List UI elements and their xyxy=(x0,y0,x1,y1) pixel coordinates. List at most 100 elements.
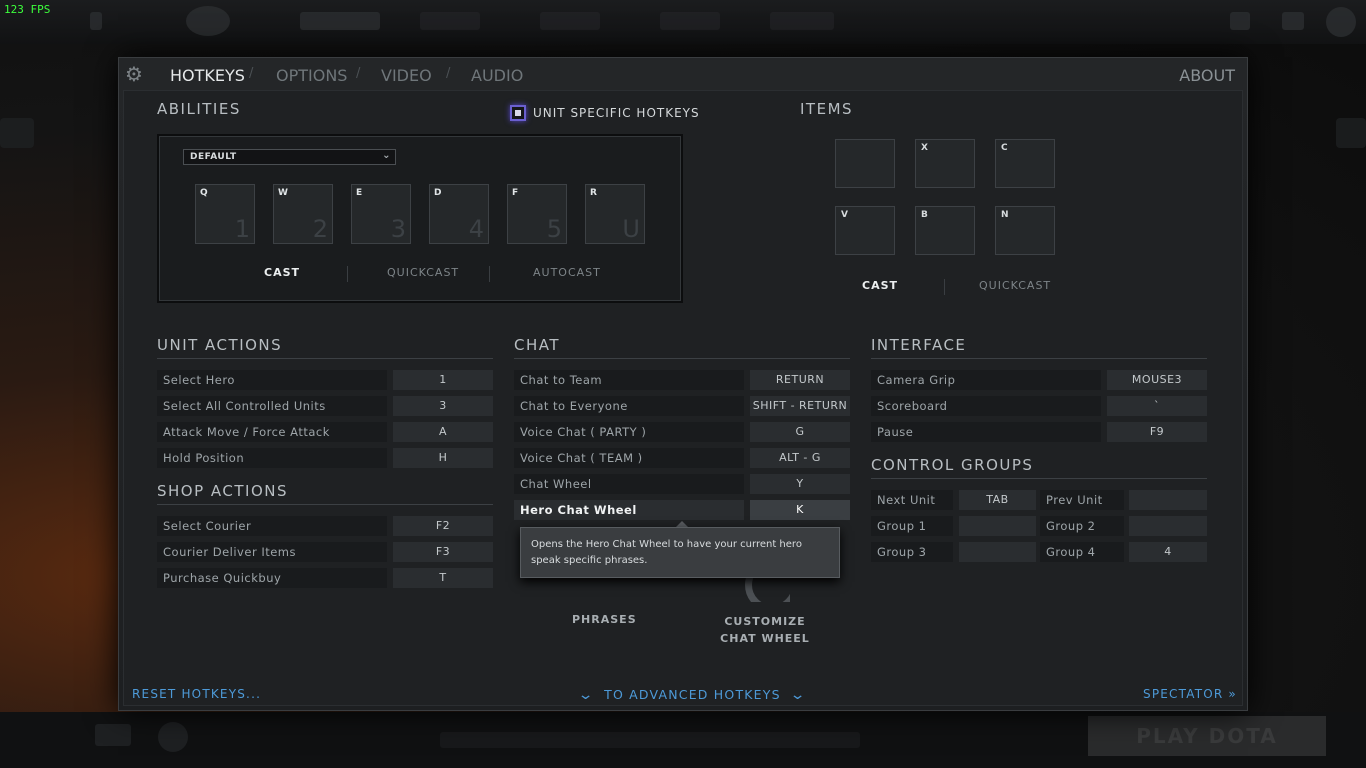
blur-side-panel xyxy=(0,118,34,148)
chat-wheel-icon xyxy=(740,578,790,602)
hotkey-voice-team[interactable]: ALT - G xyxy=(750,448,850,468)
hotkey-prev-unit[interactable] xyxy=(1129,490,1207,510)
hotkey-group-3[interactable] xyxy=(959,542,1036,562)
fps-counter: 123 FPS xyxy=(4,3,51,16)
advanced-hotkeys-link[interactable]: ⌄ TO ADVANCED HOTKEYS ⌄ xyxy=(577,687,808,703)
ability-slot-f[interactable]: F 5 xyxy=(507,184,567,244)
ability-slot-q[interactable]: Q 1 xyxy=(195,184,255,244)
chevron-down-icon: ⌄ xyxy=(789,687,808,703)
hotkey-preset-dropdown[interactable]: DEFAULT ⌄ xyxy=(183,149,396,165)
play-dota-button[interactable]: PLAY DOTA xyxy=(1088,716,1326,756)
ability-slot-w[interactable]: W 2 xyxy=(273,184,333,244)
ability-mode-autocast[interactable]: AUTOCAST xyxy=(533,266,601,279)
hotkey-courier-deliver[interactable]: F3 xyxy=(393,542,493,562)
blur-nav-item xyxy=(420,12,480,30)
hotkey-purchase-quickbuy[interactable]: T xyxy=(393,568,493,588)
slot-key: W xyxy=(278,188,288,198)
ability-slot-r[interactable]: R U xyxy=(585,184,645,244)
tab-about[interactable]: ABOUT xyxy=(1179,66,1235,85)
hotkey-hold-position[interactable]: H xyxy=(393,448,493,468)
hotkey-select-hero[interactable]: 1 xyxy=(393,370,493,390)
tab-video[interactable]: VIDEO xyxy=(381,66,432,85)
mode-divider xyxy=(347,266,348,282)
hero-chat-wheel-tooltip: Opens the Hero Chat Wheel to have your c… xyxy=(520,527,840,578)
slot-key: B xyxy=(921,210,928,220)
hotkey-label-hero-chat-wheel: Hero Chat Wheel xyxy=(514,500,744,520)
item-slot-6[interactable]: N xyxy=(995,206,1055,255)
blur-nav-item xyxy=(770,12,834,30)
blur-nav-item xyxy=(660,12,720,30)
hotkey-label-select-courier: Select Courier xyxy=(157,516,387,536)
section-divider xyxy=(514,358,850,359)
hotkey-label-scoreboard: Scoreboard xyxy=(871,396,1101,416)
hotkey-chat-wheel[interactable]: Y xyxy=(750,474,850,494)
hotkey-voice-party[interactable]: G xyxy=(750,422,850,442)
unit-specific-hotkeys-label[interactable]: UNIT SPECIFIC HOTKEYS xyxy=(533,106,700,120)
tab-hotkeys[interactable]: HOTKEYS xyxy=(170,66,245,85)
hotkey-pause[interactable]: F9 xyxy=(1107,422,1207,442)
item-slot-2[interactable]: X xyxy=(915,139,975,188)
gear-icon[interactable]: ⚙ xyxy=(125,64,145,84)
hotkey-chat-everyone[interactable]: SHIFT - RETURN xyxy=(750,396,850,416)
tab-separator: / xyxy=(446,66,451,81)
item-mode-quickcast[interactable]: QUICKCAST xyxy=(979,279,1051,292)
section-divider xyxy=(157,504,493,505)
hotkey-group-1[interactable] xyxy=(959,516,1036,536)
hotkey-hero-chat-wheel[interactable]: K xyxy=(750,500,850,520)
chevron-down-icon: ⌄ xyxy=(577,687,596,703)
tab-separator: / xyxy=(249,66,254,81)
reset-hotkeys-link[interactable]: RESET HOTKEYS... xyxy=(132,687,261,701)
ability-mode-cast[interactable]: CAST xyxy=(264,266,300,279)
item-slot-3[interactable]: C xyxy=(995,139,1055,188)
hotkey-label-select-all-units: Select All Controlled Units xyxy=(157,396,387,416)
section-divider xyxy=(871,478,1207,479)
dropdown-value: DEFAULT xyxy=(190,152,237,162)
blur-icon xyxy=(95,724,131,746)
blur-icon xyxy=(158,722,188,752)
customize-chat-wheel-button[interactable]: CUSTOMIZE CHAT WHEEL xyxy=(706,613,824,647)
blur-nav-item xyxy=(540,12,600,30)
slot-number: 3 xyxy=(390,215,406,243)
item-mode-cast[interactable]: CAST xyxy=(862,279,898,292)
hotkey-group-2[interactable] xyxy=(1129,516,1207,536)
hotkey-attack-move[interactable]: A xyxy=(393,422,493,442)
item-slot-4[interactable]: V xyxy=(835,206,895,255)
ability-mode-quickcast[interactable]: QUICKCAST xyxy=(387,266,459,279)
tab-audio[interactable]: AUDIO xyxy=(471,66,523,85)
slot-key: V xyxy=(841,210,848,220)
hotkey-label-prev-unit: Prev Unit xyxy=(1040,490,1124,510)
hotkey-group-4[interactable]: 4 xyxy=(1129,542,1207,562)
hotkey-label-group-2: Group 2 xyxy=(1040,516,1124,536)
hotkey-chat-team[interactable]: RETURN xyxy=(750,370,850,390)
item-slot-5[interactable]: B xyxy=(915,206,975,255)
phrases-button[interactable]: PHRASES xyxy=(572,613,637,626)
hotkey-label-group-1: Group 1 xyxy=(871,516,953,536)
ability-slot-e[interactable]: E 3 xyxy=(351,184,411,244)
hotkey-next-unit[interactable]: TAB xyxy=(959,490,1036,510)
blur-icon xyxy=(90,12,102,30)
hotkey-label-courier-deliver: Courier Deliver Items xyxy=(157,542,387,562)
hotkey-camera-grip[interactable]: MOUSE3 xyxy=(1107,370,1207,390)
slot-number: U xyxy=(622,215,640,243)
item-slot-1[interactable] xyxy=(835,139,895,188)
hotkey-select-courier[interactable]: F2 xyxy=(393,516,493,536)
tab-options[interactable]: OPTIONS xyxy=(276,66,347,85)
hotkey-scoreboard[interactable]: ` xyxy=(1107,396,1207,416)
tab-separator: / xyxy=(356,66,361,81)
chat-title: CHAT xyxy=(514,336,561,354)
hotkey-select-all-units[interactable]: 3 xyxy=(393,396,493,416)
spectator-link[interactable]: SPECTATOR » xyxy=(1143,687,1237,701)
interface-title: INTERFACE xyxy=(871,336,967,354)
abilities-title: ABILITIES xyxy=(157,100,241,118)
hotkey-label-select-hero: Select Hero xyxy=(157,370,387,390)
shop-actions-title: SHOP ACTIONS xyxy=(157,482,289,500)
slot-number: 2 xyxy=(312,215,328,243)
blur-nav-item xyxy=(300,12,380,30)
hotkey-label-group-4: Group 4 xyxy=(1040,542,1124,562)
unit-specific-hotkeys-checkbox[interactable] xyxy=(510,105,526,121)
blur-chat-bar xyxy=(440,732,860,748)
chevron-down-icon: ⌄ xyxy=(382,150,391,161)
ability-slot-d[interactable]: D 4 xyxy=(429,184,489,244)
blur-icon xyxy=(1282,12,1304,30)
hotkey-label-camera-grip: Camera Grip xyxy=(871,370,1101,390)
